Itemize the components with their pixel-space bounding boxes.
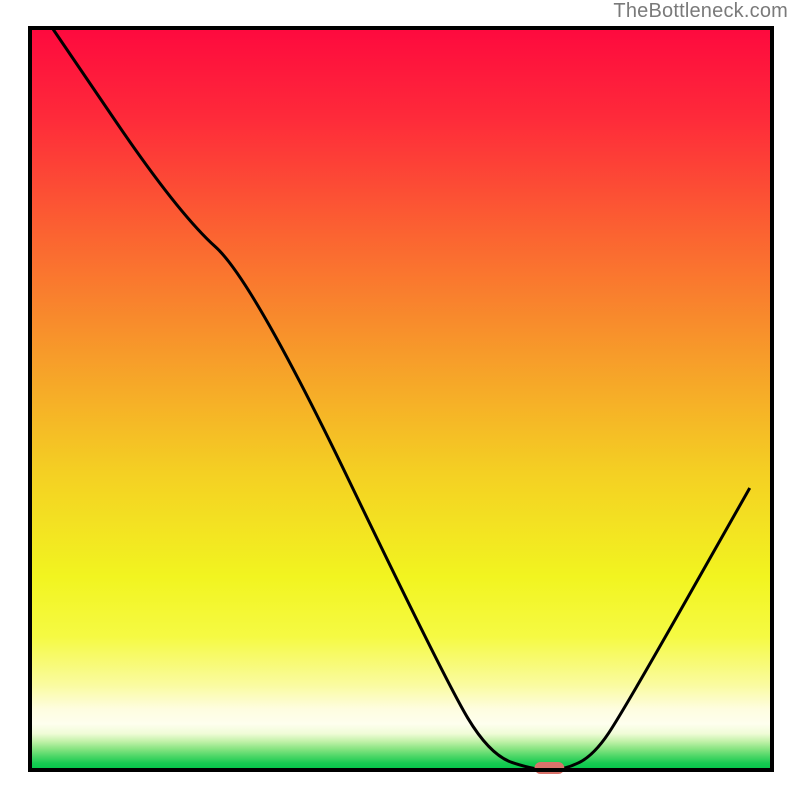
watermark-text: TheBottleneck.com xyxy=(613,0,788,23)
plot-background xyxy=(30,28,772,770)
bottleneck-chart: TheBottleneck.com xyxy=(0,0,800,800)
chart-svg xyxy=(0,0,800,800)
